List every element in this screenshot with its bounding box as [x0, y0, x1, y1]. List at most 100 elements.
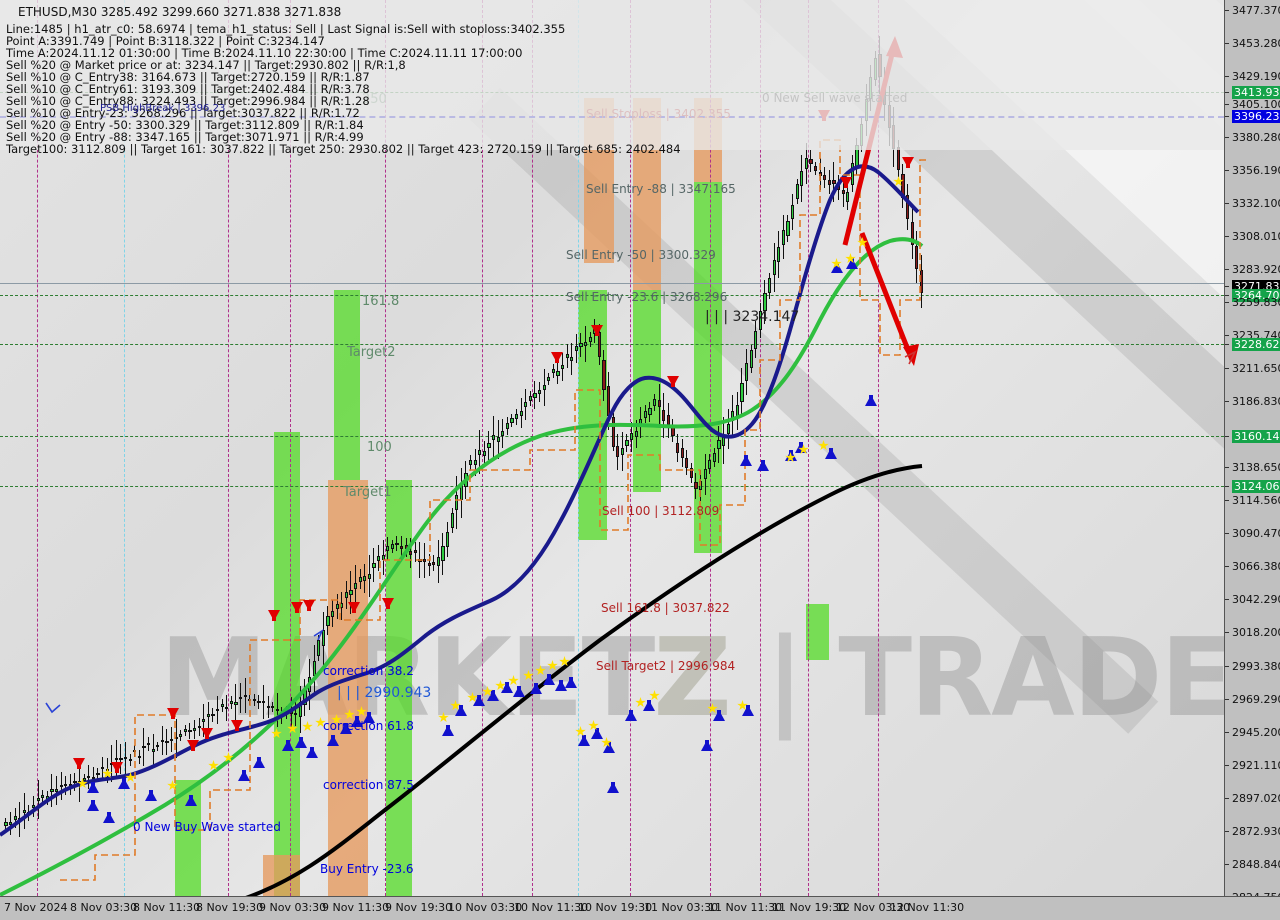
price-tick-label: 2921.110: [1232, 759, 1280, 772]
time-tick-label: 9 Nov 03:30: [259, 901, 327, 914]
candlestick: [800, 155, 804, 203]
candle-body: [689, 467, 693, 479]
time-tick-label: 12 Nov 11:30: [890, 901, 965, 914]
buy-arrow-icon: [327, 735, 339, 746]
price-tick-dash: [1225, 269, 1229, 270]
candlestick: [469, 454, 473, 471]
candle-body: [827, 179, 831, 185]
price-tick: 2993.380: [1225, 660, 1280, 673]
price-2990: | | | 2990.943: [337, 685, 432, 701]
candle-body: [68, 783, 72, 786]
candlestick: [151, 733, 155, 768]
price-tick-label: 2945.200: [1232, 726, 1280, 739]
time-tick-label: 8 Nov 11:30: [133, 901, 201, 914]
candle-body: [542, 385, 546, 390]
candle-body: [413, 550, 417, 554]
candlestick: [285, 705, 289, 719]
candlestick: [551, 363, 555, 379]
candlestick: [133, 744, 137, 757]
candlestick: [372, 547, 376, 583]
candle-body: [616, 446, 620, 457]
candlestick: [436, 540, 440, 584]
candle-body: [846, 192, 850, 202]
candle-body: [878, 53, 882, 78]
candle-body: [220, 704, 224, 707]
sell-entry-50: Sell Entry -50 | 3300.329: [566, 248, 716, 262]
price-tick-dash: [1225, 699, 1229, 700]
candle-body: [239, 696, 243, 700]
band-green-6: [334, 290, 360, 480]
candlestick: [243, 678, 247, 714]
sell-arrow-icon: [840, 177, 852, 188]
candle-body: [349, 589, 353, 595]
candle-body: [436, 557, 440, 567]
candlestick: [896, 139, 900, 177]
candle-body: [124, 757, 128, 760]
price-tick-label: 3429.190: [1232, 70, 1280, 83]
candlestick: [496, 420, 500, 459]
sell-arrow-icon: [382, 598, 394, 609]
candle-body: [160, 739, 164, 742]
candle-body: [354, 583, 358, 589]
time-axis[interactable]: 7 Nov 2024 8 Nov 03:30 8 Nov 11:30 8 Nov 19…: [0, 896, 1280, 920]
vline-11: [760, 0, 761, 896]
sell-arrow-icon: [73, 758, 85, 769]
candlestick: [142, 727, 146, 767]
sell-arrow-icon: [231, 720, 243, 731]
candlestick: [731, 394, 735, 438]
candlestick: [340, 591, 344, 620]
candle-body: [151, 749, 155, 752]
candlestick: [878, 36, 882, 95]
candle-body: [59, 784, 63, 787]
candle-body: [317, 640, 321, 656]
chart-plot-area[interactable]: MARKETZ | TRADE: [0, 0, 1224, 896]
candle-body: [91, 776, 95, 779]
price-axis[interactable]: 3477.3703453.2803429.1903413.9383405.100…: [1224, 0, 1280, 904]
candlestick: [901, 164, 905, 209]
candlestick: [515, 409, 519, 425]
candle-body: [372, 562, 376, 568]
candlestick: [239, 683, 243, 713]
candle-body: [344, 592, 348, 598]
candle-body: [832, 179, 836, 185]
candlestick: [648, 401, 652, 422]
candlestick: [294, 701, 298, 727]
candlestick: [298, 685, 302, 733]
candlestick: [671, 419, 675, 442]
candlestick: [556, 362, 560, 385]
candlestick: [745, 348, 749, 396]
candle-body: [45, 796, 49, 800]
price-tick: 3356.190: [1225, 164, 1280, 177]
candle-body: [814, 166, 818, 172]
candle-body: [64, 784, 68, 787]
candlestick: [170, 727, 174, 753]
candle-body: [266, 705, 270, 709]
candle-body: [726, 424, 730, 434]
candlestick: [754, 321, 758, 359]
candlestick: [206, 702, 210, 729]
candle-body: [271, 706, 275, 709]
sell-arrow-icon: [268, 610, 280, 621]
candle-body: [229, 700, 233, 704]
candle-body: [183, 729, 187, 733]
candle-body: [625, 439, 629, 447]
candlestick: [450, 507, 454, 534]
candle-body: [275, 708, 279, 711]
candlestick: [50, 773, 54, 807]
candlestick: [211, 707, 215, 723]
candlestick: [418, 542, 422, 579]
sell-arrow-icon: [818, 110, 830, 121]
candle-body: [386, 545, 390, 552]
candlestick: [625, 433, 629, 453]
candlestick: [188, 722, 192, 739]
candlestick: [441, 533, 445, 575]
vline-10: [710, 0, 711, 896]
candlestick: [423, 543, 427, 579]
candle-body: [772, 260, 776, 276]
candlestick: [96, 768, 100, 780]
sell-entry-88: Sell Entry -88 | 3347.165: [586, 182, 736, 196]
price-tick: 3211.650: [1225, 362, 1280, 375]
candlestick: [395, 536, 399, 552]
price-tick-label: 3138.650: [1232, 461, 1280, 474]
candle-body: [841, 189, 845, 195]
